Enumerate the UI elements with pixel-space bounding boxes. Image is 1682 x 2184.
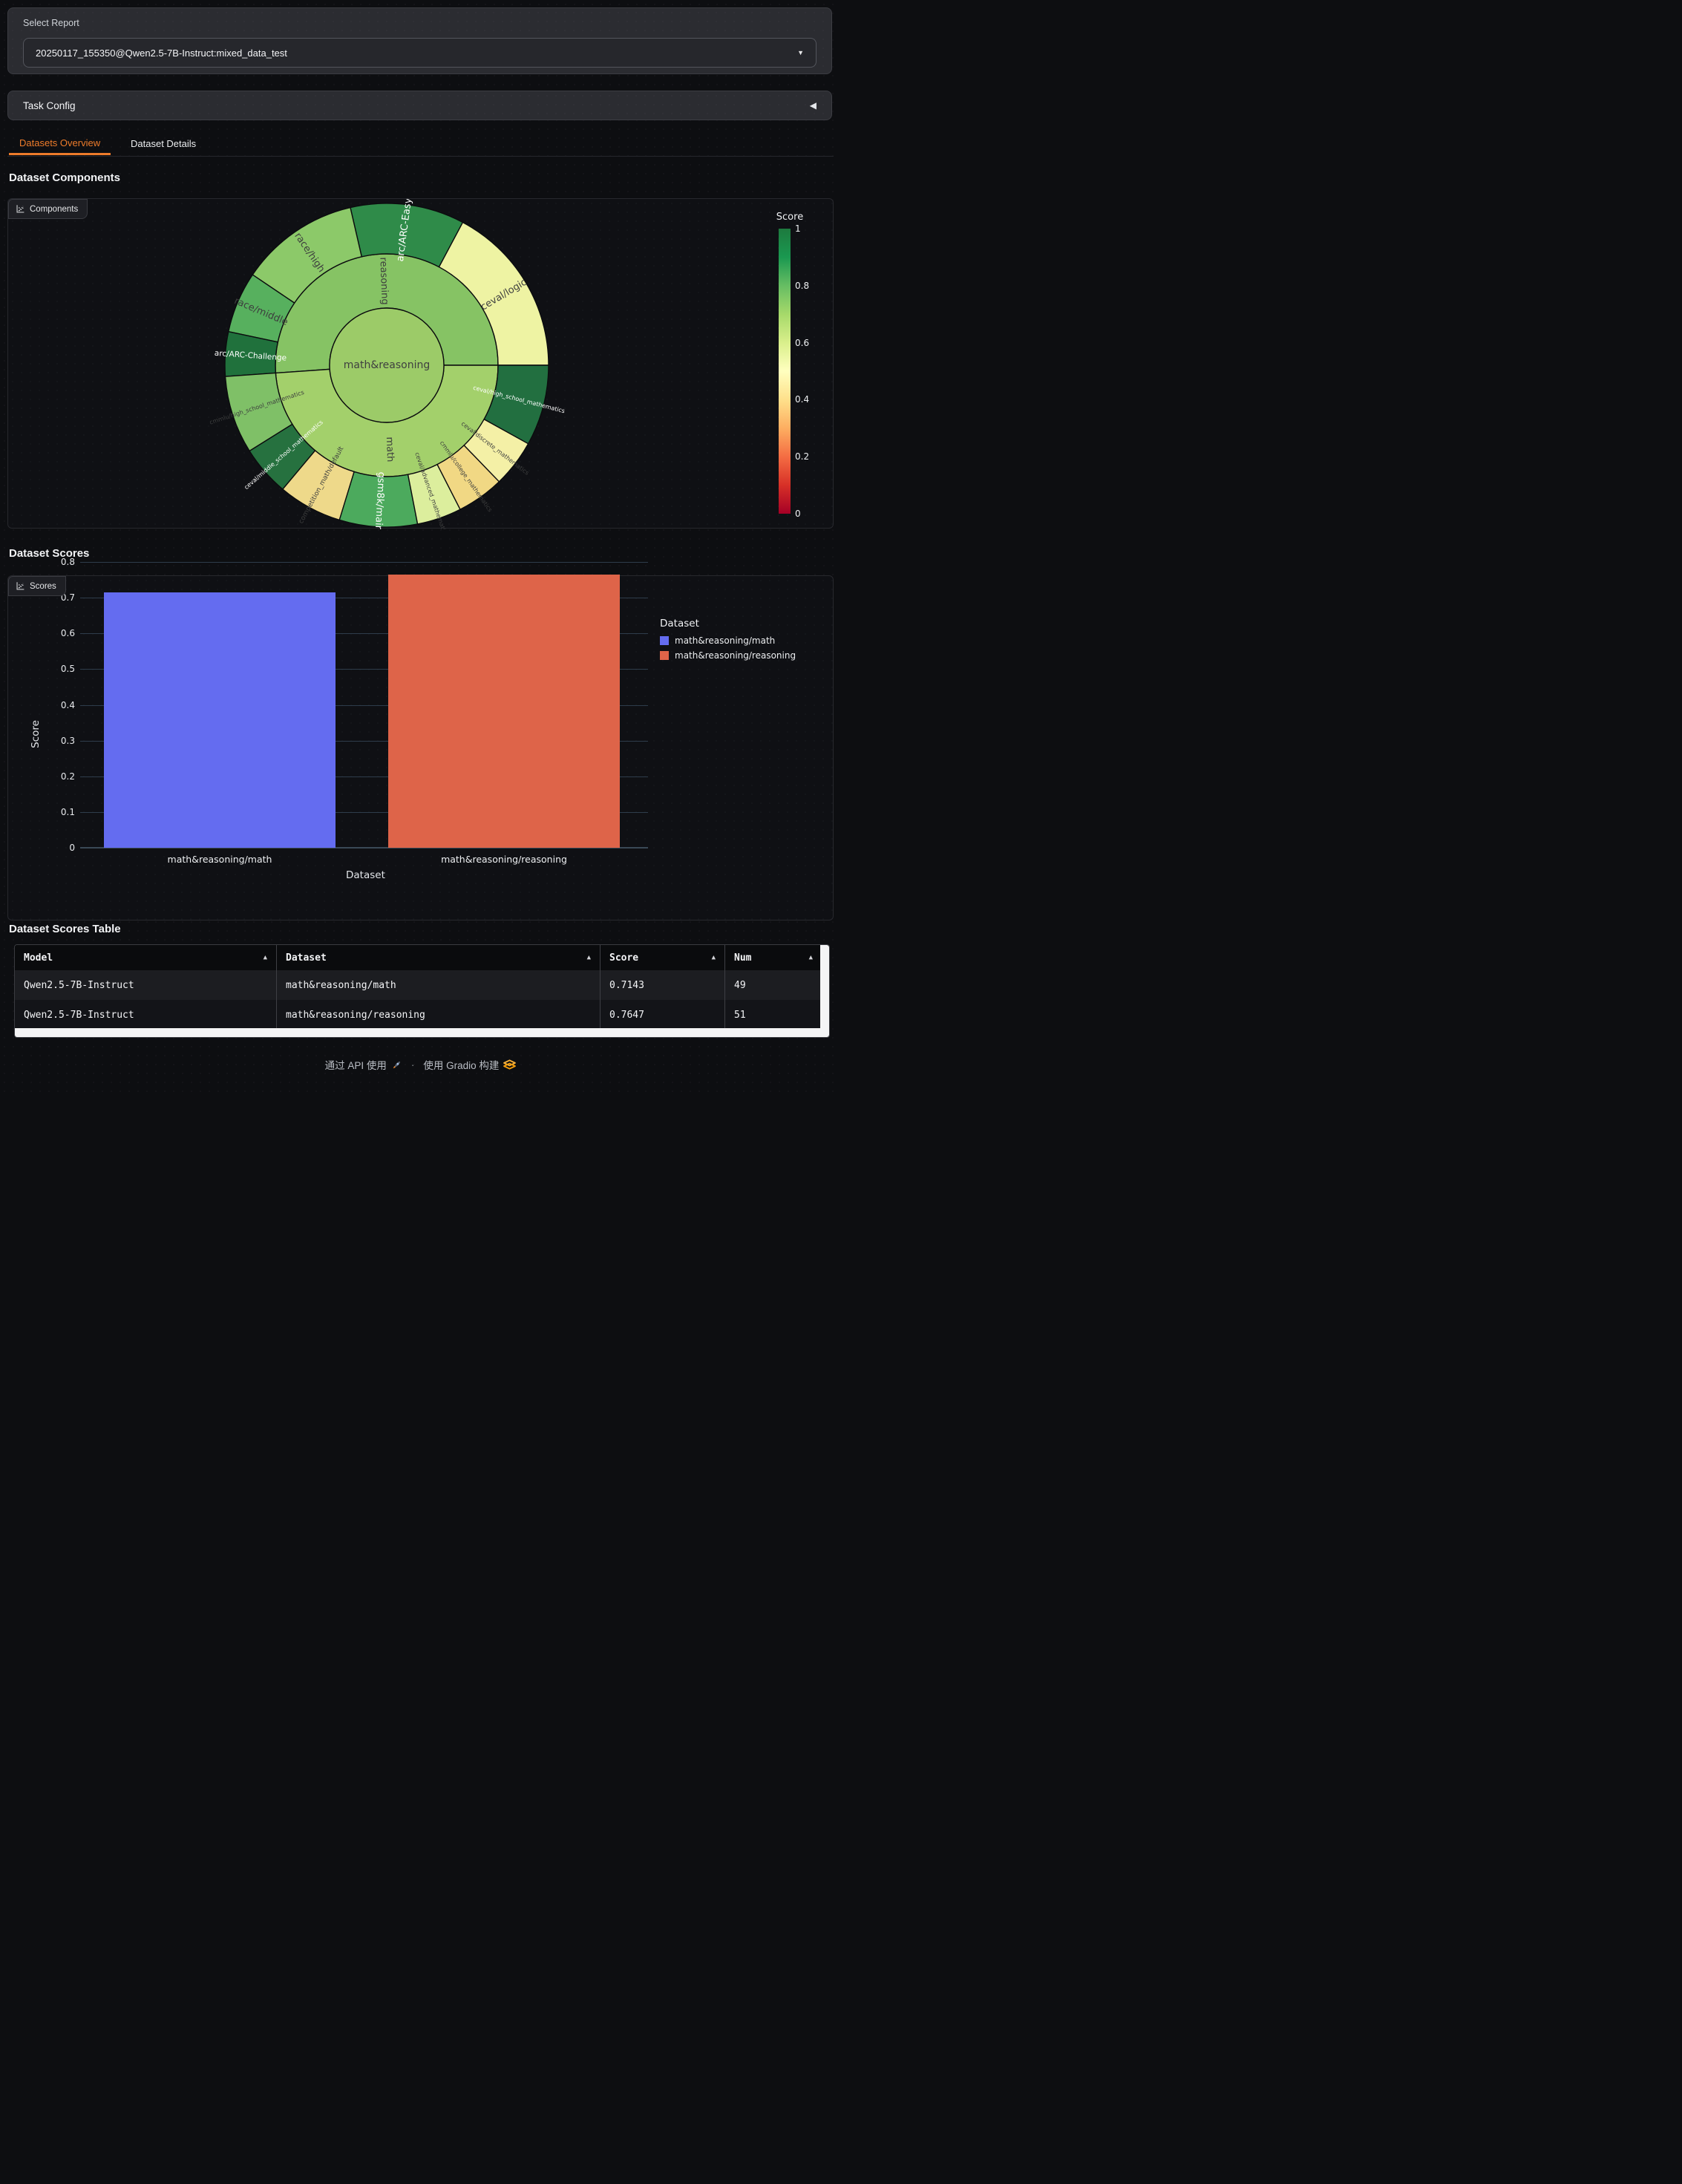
cell-text: 51 (734, 1010, 746, 1021)
cell-text: Score (609, 952, 638, 964)
table-row: Qwen2.5-7B-Instruct math&reasoning/math 0.… (15, 970, 822, 1000)
task-config-label: Task Config (23, 100, 810, 111)
chart-legend: Dataset math&reasoning/math math&reasonin… (660, 618, 796, 665)
y-tick-label: 0.6 (47, 628, 75, 638)
table-cell[interactable]: math&reasoning/reasoning (277, 1000, 601, 1030)
legend-swatch (660, 636, 669, 645)
cell-text: Num (734, 952, 751, 964)
gridline (80, 562, 648, 563)
scores-chart-tab[interactable]: Scores (8, 576, 66, 596)
x-tick-label: math&reasoning/math (168, 854, 272, 865)
table-cell[interactable]: 49 (725, 970, 822, 1000)
select-report-card: Select Report 20250117_155350@Qwen2.5-7B… (7, 7, 832, 74)
scatter-chart-icon (16, 581, 25, 591)
gradio-logo-icon (503, 1059, 516, 1070)
colorbar-tick: 0 (795, 509, 801, 519)
use-via-api-label: 通过 API 使用 (325, 1057, 387, 1072)
built-with-gradio-link[interactable]: 使用 Gradio 构建 (423, 1057, 516, 1072)
y-tick-label: 0.8 (47, 557, 75, 567)
report-dropdown-value: 20250117_155350@Qwen2.5-7B-Instruct:mixe… (36, 48, 797, 59)
sunburst-center-label: math&reasoning (344, 359, 431, 371)
table-heading: Dataset Scores Table (9, 923, 121, 935)
y-axis-title: Score (30, 720, 42, 748)
colorbar-tick: 0.6 (795, 338, 809, 348)
sort-arrow-icon[interactable]: ▲ (805, 954, 813, 961)
cell-text: 49 (734, 980, 746, 991)
cell-text: Qwen2.5-7B-Instruct (24, 1010, 134, 1021)
components-heading: Dataset Components (9, 171, 120, 184)
table-cell[interactable]: Qwen2.5-7B-Instruct (15, 1000, 277, 1030)
legend-label: math&reasoning/math (675, 635, 775, 646)
y-tick-label: 0.1 (47, 807, 75, 817)
table-cell[interactable]: 51 (725, 1000, 822, 1030)
cell-text: Dataset (286, 952, 327, 964)
bar-math&reasoning/reasoning[interactable] (388, 575, 620, 848)
y-tick-label: 0.3 (47, 736, 75, 746)
components-chart-tab[interactable]: Components (8, 199, 88, 219)
sunburst-label-reasoning: reasoning (377, 257, 390, 305)
scores-chart-tab-label: Scores (30, 582, 56, 591)
footer: 通过 API 使用 · 使用 Gradio 构建 (0, 1057, 841, 1072)
chevron-down-icon: ▼ (797, 49, 804, 56)
legend-label: math&reasoning/reasoning (675, 650, 796, 661)
task-config-accordion[interactable]: Task Config ◀ (7, 91, 832, 120)
table-cell[interactable]: math&reasoning/math (277, 970, 601, 1000)
y-tick-label: 0 (47, 843, 75, 853)
tab-datasets-overview[interactable]: Datasets Overview (9, 132, 111, 155)
bar-math&reasoning/math[interactable] (104, 592, 336, 848)
table-horizontal-scrollbar[interactable] (15, 1028, 822, 1037)
column-header-Dataset[interactable]: Dataset ▲ (277, 945, 601, 970)
evalscope-dashboard: { "report_selector": { "label": "Select … (0, 0, 841, 1092)
y-tick-label: 0.4 (47, 700, 75, 710)
legend-item[interactable]: math&reasoning/math (660, 635, 796, 646)
cell-text: math&reasoning/reasoning (286, 1010, 425, 1021)
table-row: Qwen2.5-7B-Instruct math&reasoning/reason… (15, 1000, 822, 1030)
use-via-api-link[interactable]: 通过 API 使用 (325, 1057, 402, 1072)
legend-swatch (660, 651, 669, 660)
accordion-collapse-icon: ◀ (810, 100, 817, 111)
cell-text: 0.7647 (609, 1010, 644, 1021)
sort-arrow-icon[interactable]: ▲ (583, 954, 591, 961)
footer-separator: · (408, 1059, 418, 1070)
report-dropdown[interactable]: 20250117_155350@Qwen2.5-7B-Instruct:mixe… (23, 38, 817, 68)
table-header-row: Model ▲ Dataset ▲ Score ▲ Num ▲ (15, 945, 822, 970)
rocket-icon (391, 1059, 402, 1070)
cell-text: Model (24, 952, 53, 964)
scatter-chart-icon (16, 204, 25, 214)
y-tick-label: 0.2 (47, 771, 75, 782)
score-colorbar (779, 229, 791, 514)
table-vertical-scrollbar[interactable] (820, 945, 829, 1037)
colorbar-tick: 0.2 (795, 451, 809, 462)
x-axis-title: Dataset (346, 869, 385, 881)
cell-text: math&reasoning/math (286, 980, 396, 991)
tab-bar: Datasets Overview Dataset Details (7, 132, 834, 157)
table-cell[interactable]: 0.7143 (601, 970, 725, 1000)
sunburst-chart[interactable]: reasoningmathceval/logicarc/ARC-Easyrace… (8, 199, 834, 529)
table-cell[interactable]: 0.7647 (601, 1000, 725, 1030)
components-chart-tab-label: Components (30, 205, 78, 214)
colorbar-tick: 0.4 (795, 394, 809, 405)
x-tick-label: math&reasoning/reasoning (441, 854, 567, 865)
colorbar-title: Score (764, 212, 816, 223)
built-with-gradio-label: 使用 Gradio 构建 (423, 1057, 499, 1072)
y-tick-label: 0.5 (47, 664, 75, 674)
cell-text: Qwen2.5-7B-Instruct (24, 980, 134, 991)
column-header-Model[interactable]: Model ▲ (15, 945, 277, 970)
table-cell[interactable]: Qwen2.5-7B-Instruct (15, 970, 277, 1000)
legend-item[interactable]: math&reasoning/reasoning (660, 650, 796, 661)
colorbar-tick: 1 (795, 223, 801, 234)
cell-text: 0.7143 (609, 980, 644, 991)
components-chart-card: Components reasoningmathceval/logicarc/A… (7, 198, 834, 529)
legend-title: Dataset (660, 618, 796, 630)
column-header-Score[interactable]: Score ▲ (601, 945, 725, 970)
colorbar-tick: 0.8 (795, 281, 809, 291)
select-report-label: Select Report (23, 18, 79, 28)
sunburst-label-math: math (384, 437, 396, 462)
tab-dataset-details[interactable]: Dataset Details (120, 132, 206, 155)
scores-chart-card: Scores 00.10.20.30.40.50.60.70.8math&rea… (7, 575, 834, 921)
sort-arrow-icon[interactable]: ▲ (707, 954, 716, 961)
scores-table: Model ▲ Dataset ▲ Score ▲ Num ▲ Qwen2.5-7B-Instr… (14, 944, 830, 1038)
column-header-Num[interactable]: Num ▲ (725, 945, 822, 970)
sort-arrow-icon[interactable]: ▲ (259, 954, 267, 961)
